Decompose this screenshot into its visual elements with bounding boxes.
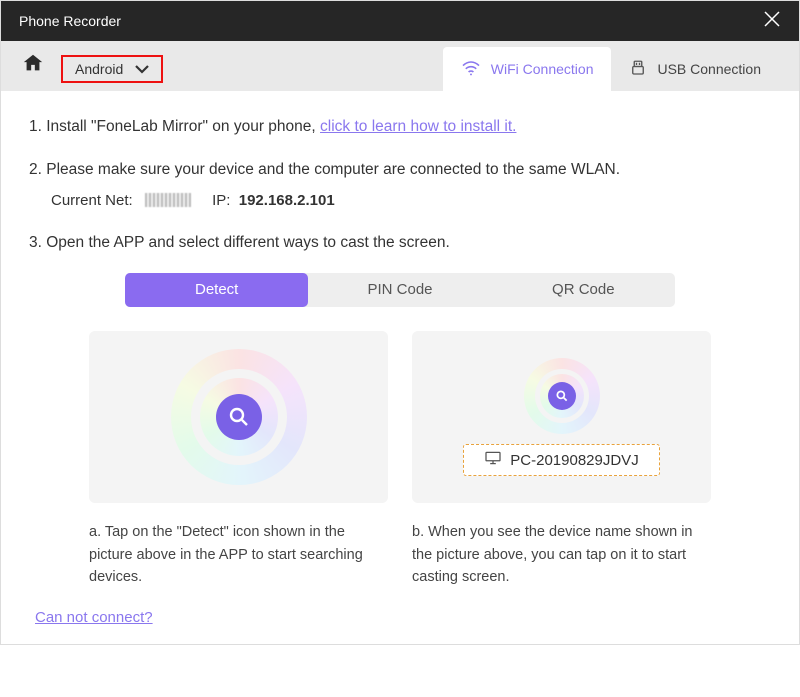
search-icon [216, 394, 262, 440]
footer: Can not connect? [29, 589, 771, 626]
ip-label: IP: [212, 192, 230, 209]
detect-ring-large [171, 349, 307, 485]
method-tab-detect[interactable]: Detect [125, 273, 308, 307]
tab-usb-connection[interactable]: USB Connection [611, 47, 779, 91]
panel-b-caption: b. When you see the device name shown in… [412, 521, 711, 588]
topbar: Android WiFi Connection USB Connection [1, 41, 799, 91]
ssid-value-redacted [145, 193, 191, 207]
home-icon[interactable] [21, 52, 45, 79]
current-net-label: Current Net: [51, 192, 133, 209]
method-tab-qr[interactable]: QR Code [492, 273, 675, 307]
cast-method-tabs: Detect PIN Code QR Code [125, 273, 675, 307]
method-tab-pin[interactable]: PIN Code [308, 273, 491, 307]
step-1-text: 1. Install "FoneLab Mirror" on your phon… [29, 118, 320, 135]
device-name-text: PC-20190829JDVJ [510, 452, 638, 469]
device-name-pill[interactable]: PC-20190829JDVJ [463, 444, 659, 476]
tab-usb-label: USB Connection [657, 61, 761, 77]
network-info: Current Net: IP: 192.168.2.101 [29, 189, 771, 213]
platform-dropdown[interactable]: Android [61, 55, 163, 83]
install-help-link[interactable]: click to learn how to install it. [320, 118, 516, 135]
panel-b-illustration: PC-20190829JDVJ [412, 331, 711, 503]
panel-b: PC-20190829JDVJ b. When you see the devi… [412, 331, 711, 588]
cannot-connect-link[interactable]: Can not connect? [35, 609, 153, 626]
step-3-text: 3. Open the APP and select different way… [29, 234, 450, 251]
close-icon[interactable] [763, 10, 781, 33]
panel-a-caption: a. Tap on the "Detect" icon shown in the… [89, 521, 388, 588]
app-title: Phone Recorder [19, 13, 121, 29]
search-icon [548, 382, 576, 410]
ip-value: 192.168.2.101 [239, 192, 335, 209]
usb-icon [629, 59, 647, 80]
connection-tabs: WiFi Connection USB Connection [443, 41, 779, 91]
step-1: 1. Install "FoneLab Mirror" on your phon… [29, 115, 771, 140]
instruction-panels: a. Tap on the "Detect" icon shown in the… [29, 331, 771, 588]
step-2: 2. Please make sure your device and the … [29, 158, 771, 213]
platform-label: Android [75, 61, 123, 77]
content-area: 1. Install "FoneLab Mirror" on your phon… [1, 91, 799, 644]
detect-ring-small [524, 358, 600, 434]
panel-a: a. Tap on the "Detect" icon shown in the… [89, 331, 388, 588]
step-3: 3. Open the APP and select different way… [29, 231, 771, 256]
monitor-icon [484, 451, 502, 469]
wifi-icon [461, 60, 481, 79]
chevron-down-icon [135, 61, 149, 77]
panel-a-illustration [89, 331, 388, 503]
titlebar: Phone Recorder [1, 1, 799, 41]
step-2-text: 2. Please make sure your device and the … [29, 161, 620, 178]
tab-wifi-label: WiFi Connection [491, 61, 594, 77]
tab-wifi-connection[interactable]: WiFi Connection [443, 47, 612, 91]
